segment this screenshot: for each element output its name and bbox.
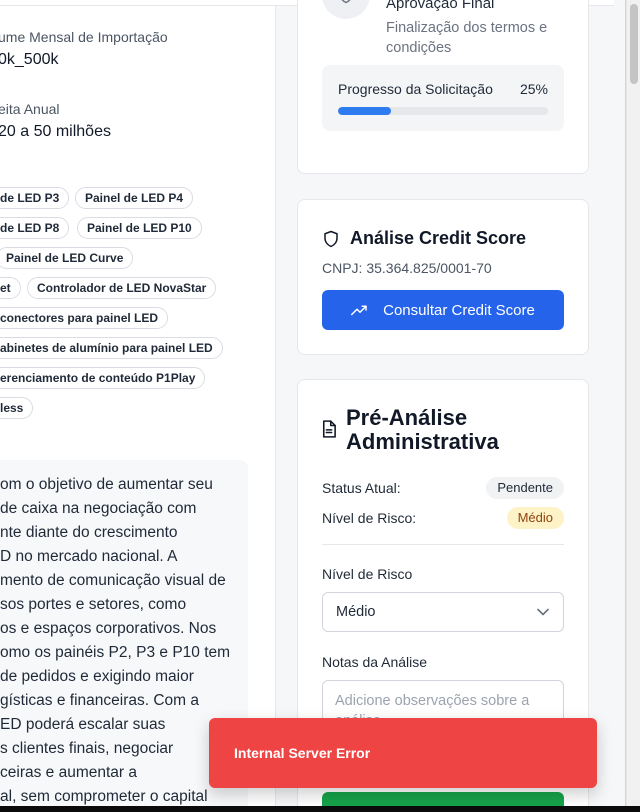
pre-analysis-title: Pré-Análise Administrativa: [346, 406, 499, 454]
product-tag: conectores para painel LED: [0, 307, 169, 329]
error-toast-message: Internal Server Error: [234, 745, 371, 761]
description-line: de pedidos e exigindo maior: [0, 668, 194, 685]
description-line: s clientes finais, negociar: [0, 740, 174, 757]
progress-label: Progresso da Solicitação: [338, 81, 493, 97]
product-tag: Painel de LED Curve: [0, 247, 134, 269]
description-line: D no mercado nacional. A: [0, 548, 178, 565]
trending-up-icon: [351, 305, 367, 316]
save-analysis-button[interactable]: [322, 792, 564, 806]
approval-steps-card: Aprovação Final Finalização dos termos e…: [297, 0, 589, 174]
document-icon: [322, 420, 336, 438]
description-line: ED poderá escalar suas: [0, 716, 166, 733]
chevron-down-icon: [537, 608, 549, 616]
product-tag: Painel de LED P4: [75, 187, 194, 209]
product-tag: et: [0, 277, 21, 299]
annual-revenue-value: 20 a 50 milhões: [0, 123, 111, 140]
import-volume-label: ume Mensal de Importação: [0, 29, 168, 45]
shield-icon: [341, 0, 351, 4]
product-tag: Painel de LED P10: [77, 217, 202, 239]
risk-level-select[interactable]: Médio: [322, 592, 564, 632]
consult-credit-score-button[interactable]: Consultar Credit Score: [322, 290, 564, 330]
error-toast: Internal Server Error: [209, 718, 597, 788]
cnpj-text: CNPJ: 35.364.825/0001-70: [322, 260, 492, 276]
credit-score-title: Análise Credit Score: [350, 228, 527, 248]
annual-revenue-label: eita Anual: [0, 101, 60, 117]
vertical-scrollbar[interactable]: [626, 0, 640, 806]
description-line: sos portes e setores, como: [0, 596, 187, 613]
progress-bar-fill: [338, 107, 391, 115]
progress-value: 25%: [519, 81, 548, 97]
status-badge: Pendente: [486, 477, 564, 499]
description-line: mento de comunicação visual de: [0, 572, 226, 589]
product-tag: erenciamento de conteúdo P1Play: [0, 367, 206, 389]
approval-step-icon: [322, 0, 370, 19]
risk-select-label: Nível de Risco: [322, 566, 413, 582]
description-line: de caixa na negociação com: [0, 500, 197, 517]
progress-bar: [338, 107, 548, 115]
description-line: nte diante do crescimento: [0, 524, 178, 541]
risk-select-value: Médio: [336, 604, 376, 620]
page-viewport: ume Mensal de Importação 0k_500k eita An…: [0, 0, 626, 806]
description-line: ceiras e aumentar a: [0, 764, 137, 781]
company-details-panel: ume Mensal de Importação 0k_500k eita An…: [0, 0, 276, 806]
description-line: omo os painéis P2, P3 e P10 tem: [0, 644, 231, 661]
approval-step-desc: condições: [386, 40, 452, 56]
approval-step-title: Aprovação Final: [386, 0, 495, 12]
consult-credit-score-label: Consultar Credit Score: [383, 301, 535, 319]
description-line: om o objetivo de aumentar seu: [0, 476, 213, 493]
credit-score-card: Análise Credit Score CNPJ: 35.364.825/00…: [297, 199, 589, 355]
product-tag: Controlador de LED NovaStar: [27, 277, 217, 299]
product-tag: less: [0, 397, 34, 419]
description-line: os e espaços corporativos. Nos: [0, 620, 217, 637]
product-tag: de LED P3: [0, 187, 70, 209]
product-tag: de LED P8: [0, 217, 70, 239]
product-tag: abinetes de alumínio para painel LED: [0, 337, 223, 359]
shield-icon: [324, 230, 338, 248]
description-line: al, sem comprometer o capital: [0, 788, 208, 805]
divider: [322, 544, 564, 545]
pre-analysis-title-line: Administrativa: [346, 429, 499, 454]
request-progress: Progresso da Solicitação 25%: [322, 65, 564, 131]
approval-step-desc: Finalização dos termos e: [386, 20, 548, 36]
description-line: gísticas e financeiras. Com a: [0, 692, 200, 709]
import-volume-value: 0k_500k: [0, 51, 59, 68]
status-label: Status Atual:: [322, 480, 401, 496]
pre-analysis-title-line: Pré-Análise: [346, 405, 468, 430]
scrollbar-thumb[interactable]: [630, 4, 638, 84]
risk-level-label: Nível de Risco:: [322, 510, 417, 526]
risk-level-badge: Médio: [506, 507, 564, 529]
notes-label: Notas da Análise: [322, 654, 428, 670]
